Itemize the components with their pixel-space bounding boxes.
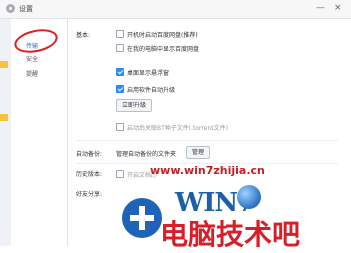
sidebar-item-label: 提醒 xyxy=(26,71,39,78)
close-icon[interactable]: × xyxy=(334,2,342,14)
divider xyxy=(76,140,338,141)
settings-sidebar: 传输 安全 提醒 xyxy=(11,19,68,246)
medical-cross-icon xyxy=(122,198,162,238)
sidebar-item-reminder[interactable]: 提醒 xyxy=(11,67,67,79)
history-label: 历史版本: xyxy=(76,171,103,178)
option-bt-association[interactable]: 启动后关联BT种子文件(.torrent文件) xyxy=(116,122,336,132)
window-title: 设置 xyxy=(19,5,33,13)
option-text: 开机时启动百度网盘(推荐) xyxy=(127,32,198,39)
auto-upgrade-checkbox[interactable] xyxy=(116,85,124,93)
option-autostart[interactable]: 开机时启动百度网盘(推荐) xyxy=(116,29,316,39)
option-text: 桌面显示悬浮窗 xyxy=(127,70,170,77)
folder-icon xyxy=(0,61,8,68)
basic-label: 基本: xyxy=(76,32,91,39)
option-floating-window[interactable]: 桌面显示悬浮窗 xyxy=(116,67,316,77)
sharing-label: 好友分享: xyxy=(76,191,103,198)
title-bar: 设置 — × xyxy=(0,0,351,19)
option-text: 启用软件自动升级 xyxy=(127,87,176,94)
option-show-in-my-computer[interactable]: 在我的电脑中显示百度网盘 xyxy=(116,43,316,53)
autostart-checkbox[interactable] xyxy=(116,30,124,38)
bt-association-checkbox[interactable] xyxy=(116,123,124,131)
sidebar-item-label: 安全 xyxy=(26,56,39,63)
windows-orb-icon xyxy=(237,185,261,209)
folder-icon xyxy=(0,114,8,121)
auto-backup-label: 自动备份: xyxy=(76,151,103,158)
gear-icon xyxy=(6,4,15,13)
minimize-icon[interactable]: — xyxy=(316,2,325,14)
auto-backup-text: 管理自动备份的文件夹 xyxy=(116,151,177,158)
manage-backup-button[interactable]: 管理 xyxy=(186,146,211,159)
option-auto-upgrade[interactable]: 启用软件自动升级 xyxy=(116,84,316,94)
watermark-brand-text: 电脑技术吧 xyxy=(160,218,301,251)
watermark-url: www.win7zhijia.cn xyxy=(150,164,265,177)
option-text: 启动后关联BT种子文件(.torrent文件) xyxy=(127,125,228,132)
option-text: 在我的电脑中显示百度网盘 xyxy=(127,46,200,53)
show-in-computer-checkbox[interactable] xyxy=(116,44,124,52)
sidebar-item-security[interactable]: 安全 xyxy=(11,52,67,64)
background-window-strip xyxy=(0,19,11,246)
upgrade-now-button[interactable]: 立即升级 xyxy=(116,99,153,112)
floating-window-checkbox[interactable] xyxy=(116,68,124,76)
doc-history-checkbox[interactable] xyxy=(116,170,124,178)
